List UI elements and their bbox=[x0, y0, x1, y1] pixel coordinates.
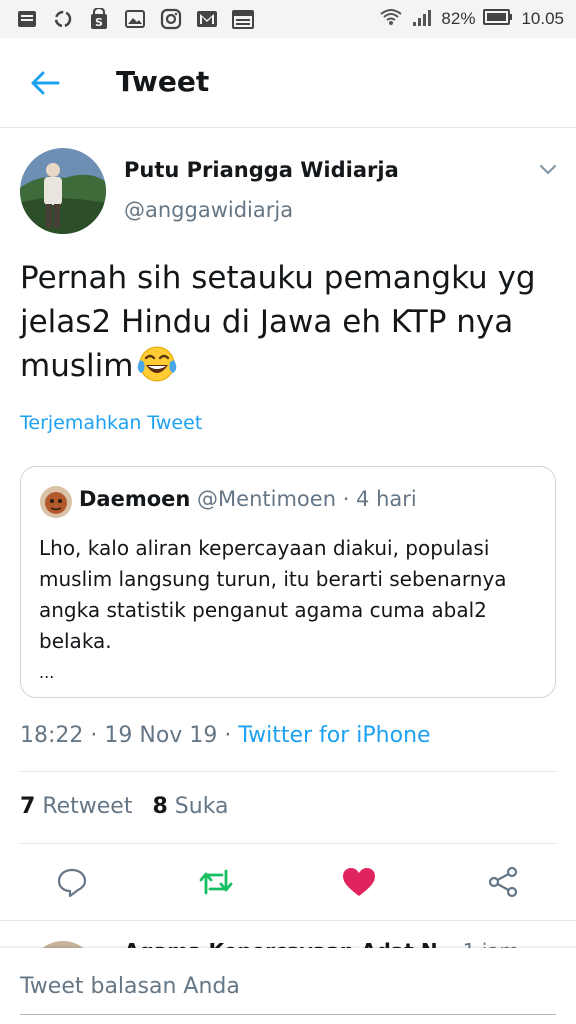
share-icon bbox=[488, 866, 518, 898]
recycle-icon bbox=[52, 8, 74, 30]
retweet-icon bbox=[199, 869, 233, 895]
author-name[interactable]: Putu Priangga Widiarja bbox=[124, 158, 399, 182]
quoted-more-ellipsis: ... bbox=[39, 663, 55, 682]
quoted-author-avatar[interactable] bbox=[40, 486, 72, 518]
retweet-count: 7 bbox=[20, 794, 36, 819]
retweet-stat[interactable]: 7 Retweet bbox=[20, 794, 132, 819]
author-handle[interactable]: @anggawidiarja bbox=[124, 198, 293, 222]
gmail-icon bbox=[196, 8, 218, 30]
tweet-time: 18:22 bbox=[20, 723, 84, 748]
quoted-header: Daemoen @Mentimoen · 4 hari bbox=[79, 487, 417, 511]
tweet-body: Pernah sih setauku pemangku yg jelas2 Hi… bbox=[20, 260, 536, 384]
tweet-date: 19 Nov 19 bbox=[104, 723, 218, 748]
like-label: Suka bbox=[174, 794, 229, 819]
arrow-left-icon bbox=[31, 71, 60, 95]
quoted-author-name: Daemoen bbox=[79, 487, 191, 511]
tweet-meta: 18:22 · 19 Nov 19 · Twitter for iPhone bbox=[20, 723, 431, 748]
like-count: 8 bbox=[152, 794, 168, 819]
message-icon bbox=[16, 8, 38, 30]
tweet-text: Pernah sih setauku pemangku yg jelas2 Hi… bbox=[20, 256, 560, 388]
like-button[interactable] bbox=[341, 864, 377, 900]
page-title: Tweet bbox=[116, 65, 210, 98]
reply-button[interactable] bbox=[54, 864, 90, 900]
meta-separator: · bbox=[224, 723, 232, 748]
battery-icon bbox=[483, 8, 513, 31]
translate-tweet-link[interactable]: Terjemahkan Tweet bbox=[20, 412, 202, 434]
tweet-stats: 7 Retweet 8 Suka bbox=[20, 794, 229, 819]
tweet-options-button[interactable] bbox=[538, 162, 558, 176]
shop-icon: S bbox=[88, 8, 110, 30]
instagram-icon bbox=[160, 8, 182, 30]
meta-separator: · bbox=[90, 723, 98, 748]
calendar-icon bbox=[232, 8, 254, 30]
chevron-down-icon bbox=[539, 164, 557, 175]
status-bar: S 82% 10.05 bbox=[0, 0, 576, 38]
status-right: 82% 10.05 bbox=[379, 7, 564, 32]
clock: 10.05 bbox=[521, 9, 564, 28]
face-with-tears-of-joy-icon bbox=[137, 345, 177, 383]
like-stat[interactable]: 8 Suka bbox=[152, 794, 228, 819]
svg-text:S: S bbox=[95, 16, 103, 29]
share-button[interactable] bbox=[485, 864, 521, 900]
back-button[interactable] bbox=[28, 68, 62, 98]
comment-icon bbox=[57, 868, 87, 898]
quoted-text: Lho, kalo aliran kepercayaan diakui, pop… bbox=[39, 536, 507, 653]
battery-percent: 82% bbox=[441, 9, 476, 28]
wifi-icon bbox=[379, 7, 403, 32]
retweet-button[interactable] bbox=[198, 864, 234, 900]
tweet-actions bbox=[0, 856, 576, 908]
reply-bar: Tweet balasan Anda bbox=[0, 948, 576, 1024]
tweet-source-link[interactable]: Twitter for iPhone bbox=[238, 723, 430, 748]
app-header: Tweet bbox=[0, 38, 576, 128]
heart-icon bbox=[343, 868, 375, 896]
quoted-tweet[interactable]: Daemoen @Mentimoen · 4 hari Lho, kalo al… bbox=[20, 466, 556, 698]
signal-icon bbox=[411, 8, 433, 31]
quoted-author-handle: @Mentimoen bbox=[197, 487, 336, 511]
quoted-age: · 4 hari bbox=[342, 487, 417, 511]
reply-input-underline bbox=[20, 1014, 556, 1015]
retweet-label: Retweet bbox=[42, 794, 133, 819]
image-icon bbox=[124, 8, 146, 30]
author-avatar[interactable] bbox=[20, 148, 106, 234]
notification-icons: S bbox=[16, 8, 254, 30]
reply-input[interactable]: Tweet balasan Anda bbox=[20, 974, 240, 999]
divider bbox=[20, 843, 556, 844]
divider bbox=[20, 771, 556, 772]
